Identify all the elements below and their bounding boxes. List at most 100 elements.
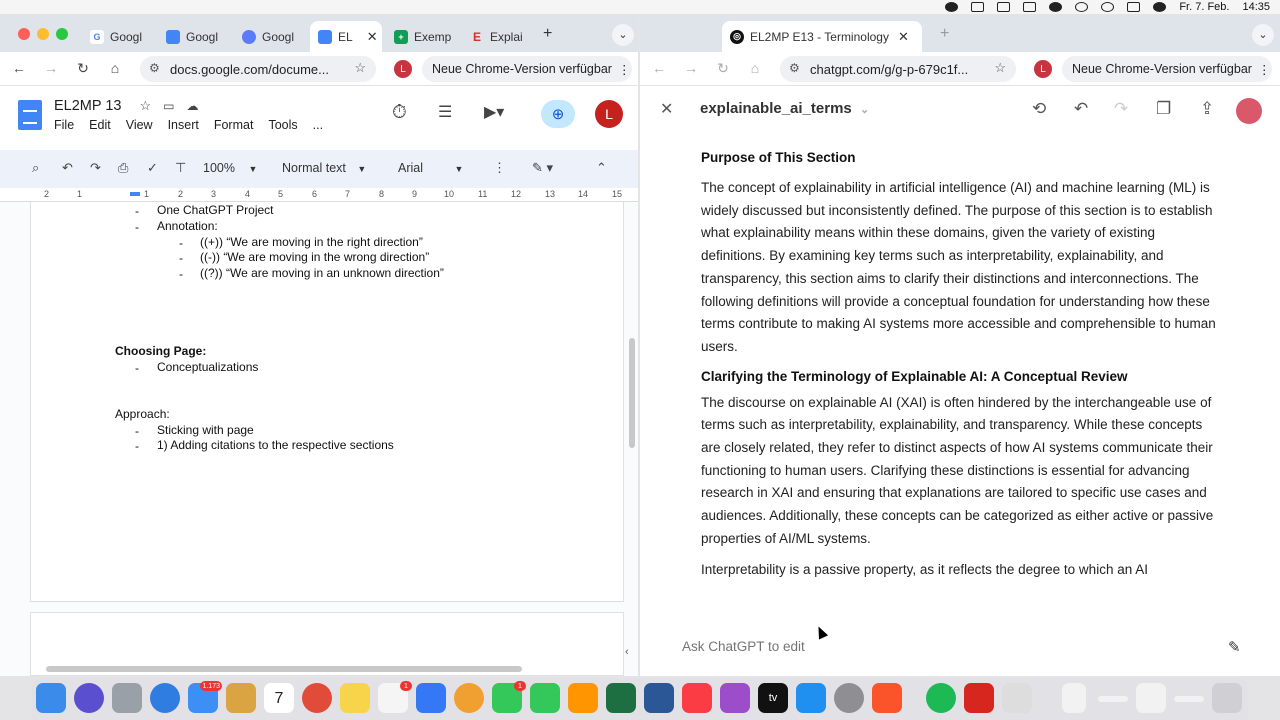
tab-google-1[interactable]: G Googl (82, 21, 156, 52)
dock-acrobat-icon[interactable] (964, 683, 994, 713)
tab-chatgpt-active[interactable]: ◎ EL2MP E13 - Terminology - I ✕ (722, 21, 922, 52)
dock-word-icon[interactable] (644, 683, 674, 713)
control-center-icon[interactable] (1127, 2, 1141, 12)
undo-icon[interactable]: ↶ (1074, 99, 1088, 119)
undo-icon[interactable]: ↶ (62, 160, 73, 176)
dock-excel-icon[interactable] (606, 683, 636, 713)
tab-google-docs[interactable]: Googl (158, 21, 232, 52)
new-tab-icon[interactable]: + (543, 25, 552, 43)
bookmark-star-icon[interactable]: ☆ (354, 60, 366, 76)
display-icon[interactable] (997, 2, 1011, 12)
zoom-select[interactable]: 100% ▼ (203, 161, 257, 175)
canvas-title[interactable]: explainable_ai_terms (700, 100, 852, 117)
dock-mail-icon[interactable]: 1.173 (188, 681, 222, 713)
new-tab-icon[interactable]: + (940, 25, 949, 43)
menu-view[interactable]: View (126, 118, 153, 132)
document-title[interactable]: EL2MP 13 (54, 98, 121, 114)
dock-printer-icon[interactable] (1002, 683, 1032, 713)
dock-notes-icon[interactable] (340, 683, 370, 713)
spellcheck-icon[interactable]: ✓ (147, 160, 158, 176)
menu-format[interactable]: Format (214, 118, 254, 132)
document-canvas[interactable]: - One ChatGPT Project - Annotation: - ((… (0, 202, 638, 676)
dock-settings-icon[interactable] (834, 683, 864, 713)
close-window-button[interactable] (18, 28, 30, 40)
tab-explainable[interactable]: E Explai (462, 21, 534, 52)
more-menu-icon[interactable]: ⋮ (1258, 62, 1271, 77)
dock-messages-icon[interactable]: 1 (492, 681, 526, 713)
tab-exemplar[interactable]: + Exemp (386, 21, 460, 52)
tab-search-chevron-icon[interactable]: ⌄ (612, 24, 634, 46)
play-icon[interactable] (1075, 2, 1089, 12)
account-avatar[interactable]: L (595, 100, 623, 128)
dock-document-thumbnail[interactable] (1098, 696, 1128, 702)
dock-trash-icon[interactable] (1212, 683, 1242, 713)
editing-mode-icon[interactable]: ✎ ▾ (532, 160, 553, 176)
vertical-scrollbar[interactable] (629, 338, 635, 448)
site-settings-icon[interactable]: ⚙ (789, 61, 800, 75)
share-button[interactable]: ⊕ (541, 100, 575, 128)
dock-document-thumbnail[interactable] (1174, 696, 1204, 702)
collapse-side-panel-icon[interactable]: ‹ (625, 646, 629, 658)
menubar-time[interactable]: 14:35 (1242, 1, 1270, 13)
menubar-date[interactable]: Fr. 7. Feb. (1179, 1, 1229, 13)
horizontal-scrollbar[interactable] (46, 666, 522, 672)
maximize-window-button[interactable] (56, 28, 68, 40)
dock-spotify-icon[interactable] (926, 683, 956, 713)
search-icon[interactable] (1101, 2, 1115, 12)
document-page[interactable]: - One ChatGPT Project - Annotation: - ((… (30, 202, 624, 602)
profile-avatar[interactable]: L (394, 60, 412, 78)
dock-brave-icon[interactable] (872, 683, 902, 713)
dock-finder-icon[interactable] (36, 683, 66, 713)
menu-tools[interactable]: Tools (268, 118, 297, 132)
star-icon[interactable]: ☆ (139, 98, 151, 113)
record-icon[interactable] (945, 2, 959, 12)
reload-icon[interactable]: ↻ (714, 60, 732, 77)
menu-more[interactable]: ... (313, 118, 323, 132)
back-icon[interactable]: ← (650, 60, 668, 76)
paint-format-icon[interactable]: ⊤ (175, 160, 186, 176)
hide-menus-chevron-icon[interactable]: ⌃ (596, 160, 607, 176)
battery-icon[interactable] (1023, 2, 1037, 12)
siri-icon[interactable] (1153, 2, 1167, 12)
dock-translate-icon[interactable] (416, 683, 446, 713)
dock-folder-icon[interactable] (226, 683, 256, 713)
address-bar[interactable]: ⚙ docs.google.com/docume... ☆ (140, 56, 376, 82)
version-history-icon[interactable]: ⏱ (392, 102, 407, 124)
cloud-status-icon[interactable]: ☁ (187, 99, 199, 113)
reload-icon[interactable]: ↻ (74, 60, 92, 77)
user-avatar[interactable] (1236, 98, 1262, 124)
tab-google-gemini[interactable]: Googl (234, 21, 308, 52)
close-canvas-icon[interactable]: ✕ (660, 99, 673, 119)
home-icon[interactable]: ⌂ (106, 60, 124, 76)
forward-icon[interactable]: → (682, 60, 700, 76)
menu-file[interactable]: File (54, 118, 74, 132)
dock-document-thumbnail[interactable] (1136, 683, 1166, 713)
close-tab-icon[interactable]: ✕ (367, 29, 378, 45)
bookmark-star-icon[interactable]: ☆ (994, 60, 1006, 76)
indent-marker[interactable] (130, 192, 140, 196)
google-docs-logo-icon[interactable] (18, 100, 42, 130)
dock-books-icon[interactable] (568, 683, 598, 713)
redo-icon[interactable]: ↷ (1114, 99, 1128, 119)
style-select[interactable]: Normal text ▼ (282, 161, 366, 175)
more-menu-icon[interactable]: ⋮ (618, 62, 631, 77)
dock-safari-icon[interactable] (150, 683, 180, 713)
minimize-window-button[interactable] (37, 28, 49, 40)
address-bar[interactable]: ⚙ chatgpt.com/g/g-p-679c1f... ☆ (780, 56, 1016, 82)
print-icon[interactable]: ⎙ (118, 160, 128, 176)
canvas-document[interactable]: Purpose of This Section The concept of e… (701, 134, 1221, 624)
tab-search-chevron-icon[interactable]: ⌄ (1252, 24, 1274, 46)
more-tools-icon[interactable]: ⋮ (493, 160, 506, 176)
dock-reminders-icon[interactable]: 1 (378, 681, 412, 713)
meet-camera-icon[interactable]: ▶▾ (484, 102, 504, 122)
menu-insert[interactable]: Insert (168, 118, 199, 132)
dock-launchpad-icon[interactable] (112, 683, 142, 713)
forward-icon[interactable]: → (42, 60, 60, 76)
dock-podcasts-icon[interactable] (720, 683, 750, 713)
tab-el2mp-active[interactable]: EL ✕ (310, 21, 382, 52)
dock-siri-icon[interactable] (74, 683, 104, 713)
move-folder-icon[interactable]: ▭ (163, 99, 174, 113)
home-icon[interactable]: ⌂ (746, 60, 764, 76)
search-menus-icon[interactable]: ⌕ (32, 160, 39, 176)
dock-chrome-icon[interactable] (302, 683, 332, 713)
